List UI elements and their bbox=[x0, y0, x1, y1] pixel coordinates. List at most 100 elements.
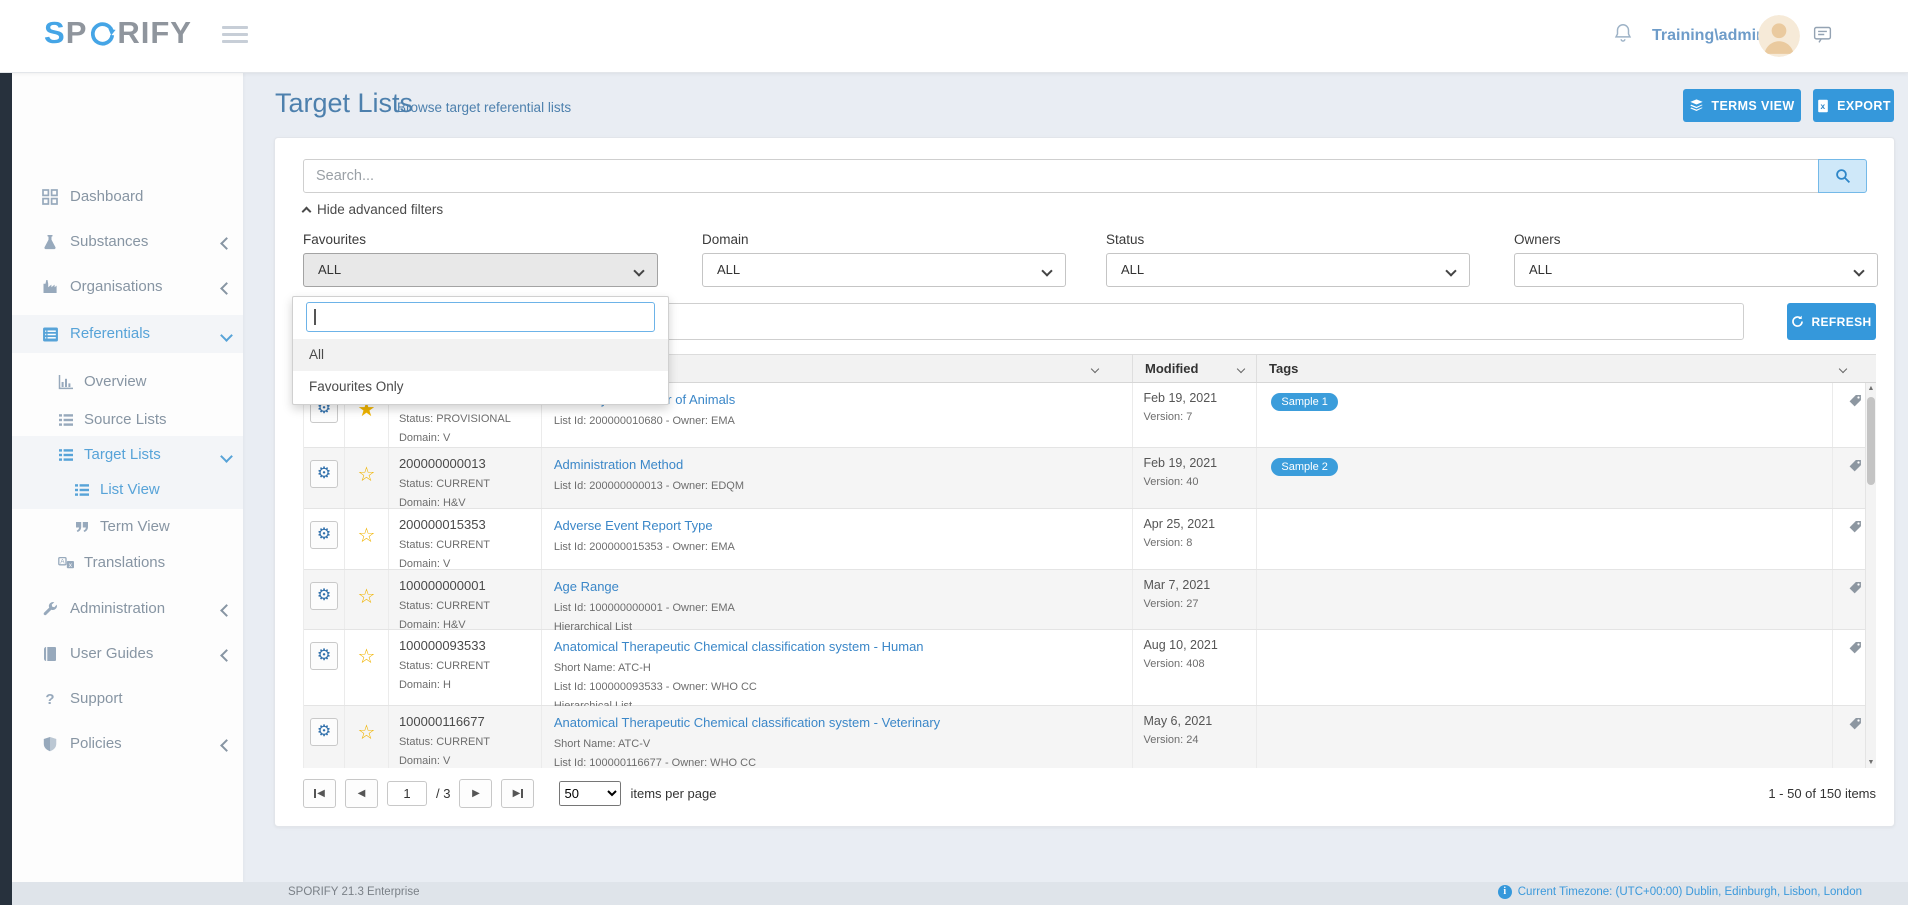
list-name-link[interactable]: Anatomical Therapeutic Chemical classifi… bbox=[554, 639, 924, 654]
next-page-button[interactable]: ▶ bbox=[459, 779, 492, 808]
sidebar-item-referentials[interactable]: Referentials bbox=[12, 315, 243, 353]
tag-icon[interactable] bbox=[1848, 717, 1862, 731]
tag-badge[interactable]: Sample 1 bbox=[1271, 393, 1337, 411]
modified-date: Apr 25, 2021 bbox=[1143, 517, 1256, 531]
refresh-button[interactable]: REFRESH bbox=[1787, 303, 1876, 340]
terms-view-button[interactable]: TERMS VIEW bbox=[1683, 89, 1801, 122]
list-meta: Domain: H&V bbox=[399, 497, 541, 509]
tag-icon[interactable] bbox=[1848, 459, 1862, 473]
list-name-link[interactable]: Anatomical Therapeutic Chemical classifi… bbox=[554, 715, 940, 730]
list-meta: Domain: V bbox=[399, 558, 541, 570]
sidebar-item-label: Administration bbox=[70, 590, 165, 628]
favourite-star-icon[interactable]: ☆ bbox=[357, 644, 375, 669]
sidebar-item-term-view[interactable]: Term View bbox=[12, 508, 243, 546]
sidebar-item-administration[interactable]: Administration bbox=[12, 590, 243, 628]
flask-icon bbox=[42, 234, 59, 251]
table-scrollbar[interactable]: ▲ ▼ bbox=[1865, 383, 1876, 768]
previous-page-button[interactable]: ◀ bbox=[345, 779, 378, 808]
owners-filter-value: ALL bbox=[1529, 262, 1552, 277]
logged-in-user[interactable]: Training\admin bbox=[1652, 0, 1766, 72]
refresh-label: REFRESH bbox=[1811, 315, 1871, 329]
favourite-star-icon[interactable]: ☆ bbox=[357, 462, 375, 487]
chevron-left-icon bbox=[220, 237, 233, 250]
tag-icon[interactable] bbox=[1848, 394, 1862, 408]
list-name-link[interactable]: Adverse Event Report Type bbox=[554, 518, 713, 533]
favourites-filter-select[interactable]: ALL bbox=[303, 253, 658, 287]
list-code: 200000000013 bbox=[399, 456, 541, 471]
tag-badge[interactable]: Sample 2 bbox=[1271, 458, 1337, 476]
row-settings-button[interactable]: ⚙ bbox=[310, 718, 338, 746]
column-menu-icon[interactable] bbox=[1091, 365, 1099, 373]
sidebar-item-overview[interactable]: Overview bbox=[12, 363, 243, 401]
list-code: 100000116677 bbox=[399, 714, 541, 729]
dropdown-option-all[interactable]: All bbox=[293, 339, 668, 371]
favourite-star-icon[interactable]: ☆ bbox=[357, 584, 375, 609]
page-size-select[interactable]: 50 bbox=[559, 781, 621, 806]
favourite-star-icon[interactable]: ☆ bbox=[357, 523, 375, 548]
tag-icon[interactable] bbox=[1848, 641, 1862, 655]
status-filter-select[interactable]: ALL bbox=[1106, 253, 1470, 287]
export-label: EXPORT bbox=[1837, 99, 1891, 113]
sidebar-item-label: Term View bbox=[100, 508, 170, 546]
list-name-link[interactable]: Administration Method bbox=[554, 457, 683, 472]
sidebar-item-source-lists[interactable]: Source Lists bbox=[12, 401, 243, 439]
page-title: Target Lists bbox=[275, 88, 413, 119]
search-button[interactable] bbox=[1818, 159, 1867, 193]
menu-toggle-icon[interactable] bbox=[222, 26, 248, 47]
export-button[interactable]: x EXPORT bbox=[1813, 89, 1894, 122]
list-code: 100000093533 bbox=[399, 638, 541, 653]
sidebar-item-label: Organisations bbox=[70, 268, 163, 306]
sidebar-item-target-lists[interactable]: Target Lists bbox=[12, 436, 243, 474]
row-settings-button[interactable]: ⚙ bbox=[310, 642, 338, 670]
row-settings-button[interactable]: ⚙ bbox=[310, 460, 338, 488]
list-meta: Status: CURRENT bbox=[399, 600, 541, 612]
sidebar-item-substances[interactable]: Substances bbox=[12, 223, 243, 261]
scrollbar-thumb[interactable] bbox=[1867, 397, 1875, 485]
gear-icon: ⚙ bbox=[317, 587, 331, 604]
owners-filter-select[interactable]: ALL bbox=[1514, 253, 1878, 287]
row-settings-button[interactable]: ⚙ bbox=[310, 521, 338, 549]
sidebar-item-organisations[interactable]: Organisations bbox=[12, 268, 243, 306]
tag-icon[interactable] bbox=[1848, 520, 1862, 534]
version-label: Version: 7 bbox=[1143, 411, 1256, 423]
feedback-chat-icon[interactable] bbox=[1812, 24, 1833, 45]
sidebar-item-policies[interactable]: Policies bbox=[12, 725, 243, 763]
version-label: Version: 24 bbox=[1143, 734, 1256, 746]
first-page-button[interactable]: ◀ bbox=[303, 779, 336, 808]
sidebar-item-label: Policies bbox=[70, 725, 122, 763]
list-name-link[interactable]: Age Range bbox=[554, 579, 619, 594]
timezone-info: i Current Timezone: (UTC+00:00) Dublin, … bbox=[1498, 885, 1862, 899]
search-input[interactable] bbox=[303, 159, 1819, 193]
last-page-button[interactable]: ▶ bbox=[501, 779, 534, 808]
column-menu-icon[interactable] bbox=[1839, 365, 1847, 373]
hide-advanced-filters-toggle[interactable]: Hide advanced filters bbox=[303, 202, 443, 217]
tag-icon[interactable] bbox=[1848, 581, 1862, 595]
sidebar-item-support[interactable]: ?Support bbox=[12, 680, 243, 718]
footer-bar: SPORIFY 21.3 Enterprise i Current Timezo… bbox=[12, 882, 1908, 905]
notifications-bell-icon[interactable] bbox=[1612, 22, 1634, 44]
scroll-up-icon[interactable]: ▲ bbox=[1866, 385, 1876, 392]
sidebar-item-dashboard[interactable]: Dashboard bbox=[12, 178, 243, 216]
domain-filter-value: ALL bbox=[717, 262, 740, 277]
dropdown-option-favourites-only[interactable]: Favourites Only bbox=[293, 371, 668, 403]
scroll-down-icon[interactable]: ▼ bbox=[1866, 759, 1876, 766]
gear-icon: ⚙ bbox=[317, 647, 331, 664]
table-row: ⚙☆200000015353Status: CURRENTDomain: VAd… bbox=[304, 509, 1876, 570]
sidebar-item-user-guides[interactable]: User Guides bbox=[12, 635, 243, 673]
search-icon bbox=[1835, 168, 1851, 184]
version-label: Version: 27 bbox=[1143, 598, 1256, 610]
user-avatar[interactable] bbox=[1758, 15, 1800, 57]
page-number-input[interactable] bbox=[387, 781, 427, 806]
dropdown-filter-input[interactable] bbox=[306, 302, 655, 332]
row-settings-button[interactable]: ⚙ bbox=[310, 582, 338, 610]
sidebar-item-translations[interactable]: AxTranslations bbox=[12, 544, 243, 582]
svg-text:A: A bbox=[60, 558, 65, 565]
list-meta: Status: CURRENT bbox=[399, 539, 541, 551]
modified-date: Feb 19, 2021 bbox=[1143, 391, 1256, 405]
sidebar-item-list-view[interactable]: List View bbox=[12, 471, 243, 509]
column-menu-icon[interactable] bbox=[1237, 365, 1245, 373]
domain-filter-select[interactable]: ALL bbox=[702, 253, 1066, 287]
modified-date: Feb 19, 2021 bbox=[1143, 456, 1256, 470]
favourite-star-icon[interactable]: ☆ bbox=[357, 720, 375, 745]
chevron-down-icon bbox=[1853, 265, 1864, 276]
